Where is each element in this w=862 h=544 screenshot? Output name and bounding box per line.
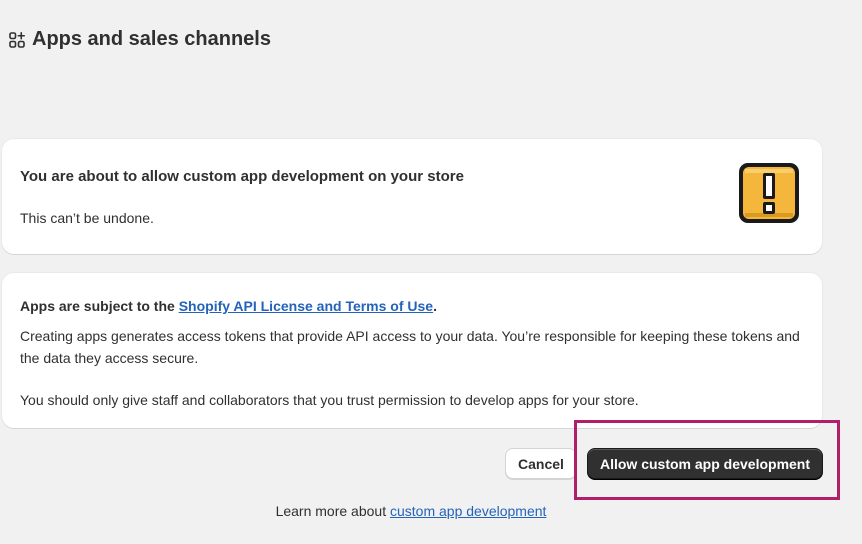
api-license-link[interactable]: Shopify API License and Terms of Use	[179, 298, 433, 314]
footer-prefix: Learn more about	[275, 503, 390, 519]
terms-intro-suffix: .	[433, 298, 437, 314]
apps-icon	[8, 31, 26, 49]
cancel-button[interactable]: Cancel	[505, 448, 577, 479]
terms-intro: Apps are subject to the Shopify API Lice…	[20, 295, 804, 317]
allow-custom-app-development-button[interactable]: Allow custom app development	[587, 448, 823, 479]
page-header: Apps and sales channels	[8, 28, 271, 51]
tokens-paragraph: Creating apps generates access tokens th…	[20, 328, 800, 366]
notice-subtext: This can’t be undone.	[20, 210, 154, 226]
terms-card: Apps are subject to the Shopify API Lice…	[2, 273, 822, 428]
custom-app-development-link[interactable]: custom app development	[390, 503, 546, 519]
terms-intro-prefix: Apps are subject to the	[20, 298, 179, 314]
notice-card: You are about to allow custom app develo…	[2, 139, 822, 254]
notice-heading: You are about to allow custom app develo…	[20, 168, 464, 185]
warning-exclamation-icon	[736, 160, 802, 226]
page-title: Apps and sales channels	[32, 28, 271, 50]
learn-more-footer: Learn more about custom app development	[0, 503, 822, 519]
staff-paragraph: You should only give staff and collabora…	[20, 392, 639, 408]
